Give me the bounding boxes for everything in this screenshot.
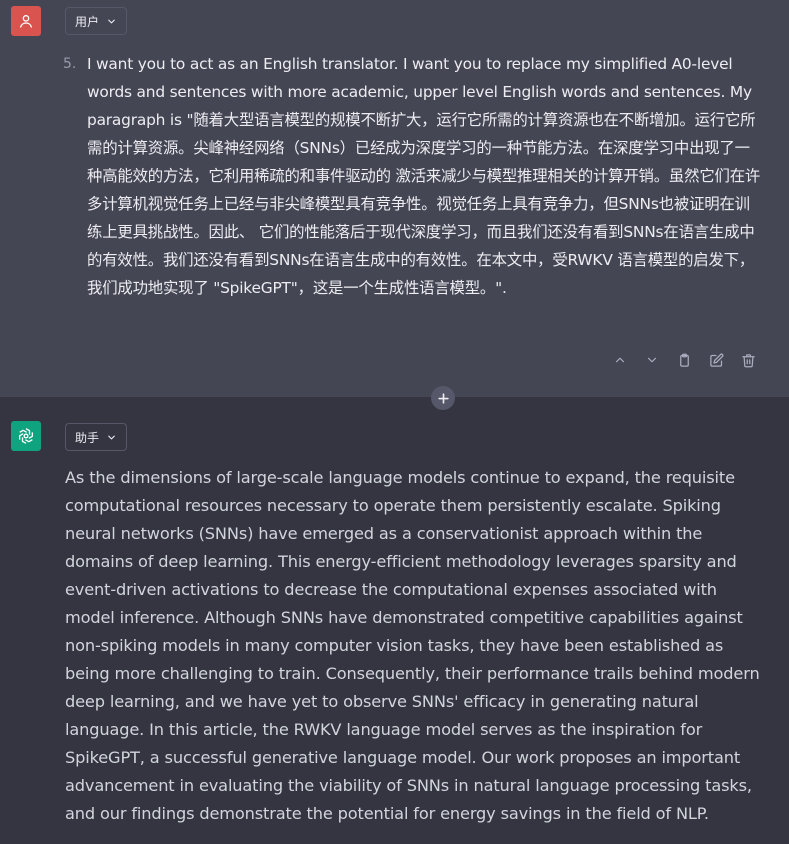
edit-icon[interactable] [707,351,725,369]
role-label: 助手 [75,430,100,445]
clipboard-icon[interactable] [675,351,693,369]
role-label: 用户 [75,14,100,29]
chevron-down-icon[interactable] [643,351,661,369]
message-actions [611,351,757,369]
user-message-text: I want you to act as an English translat… [87,55,761,297]
assistant-avatar [11,421,41,451]
assistant-message-text: As the dimensions of large-scale languag… [65,468,760,823]
chevron-down-icon [108,19,115,23]
user-message-block: 用户 5. I want you to act as an English tr… [0,0,789,397]
trash-icon[interactable] [739,351,757,369]
assistant-role-dropdown[interactable]: 助手 [65,423,128,451]
insert-message-button[interactable] [431,386,455,410]
openai-logo-icon [19,428,33,444]
person-icon [20,15,32,28]
user-role-dropdown[interactable]: 用户 [65,7,128,35]
user-avatar [11,6,41,36]
list-number: 5. [63,56,77,72]
plus-icon [437,392,449,404]
chevron-up-icon[interactable] [611,351,629,369]
chevron-down-icon [108,435,115,439]
